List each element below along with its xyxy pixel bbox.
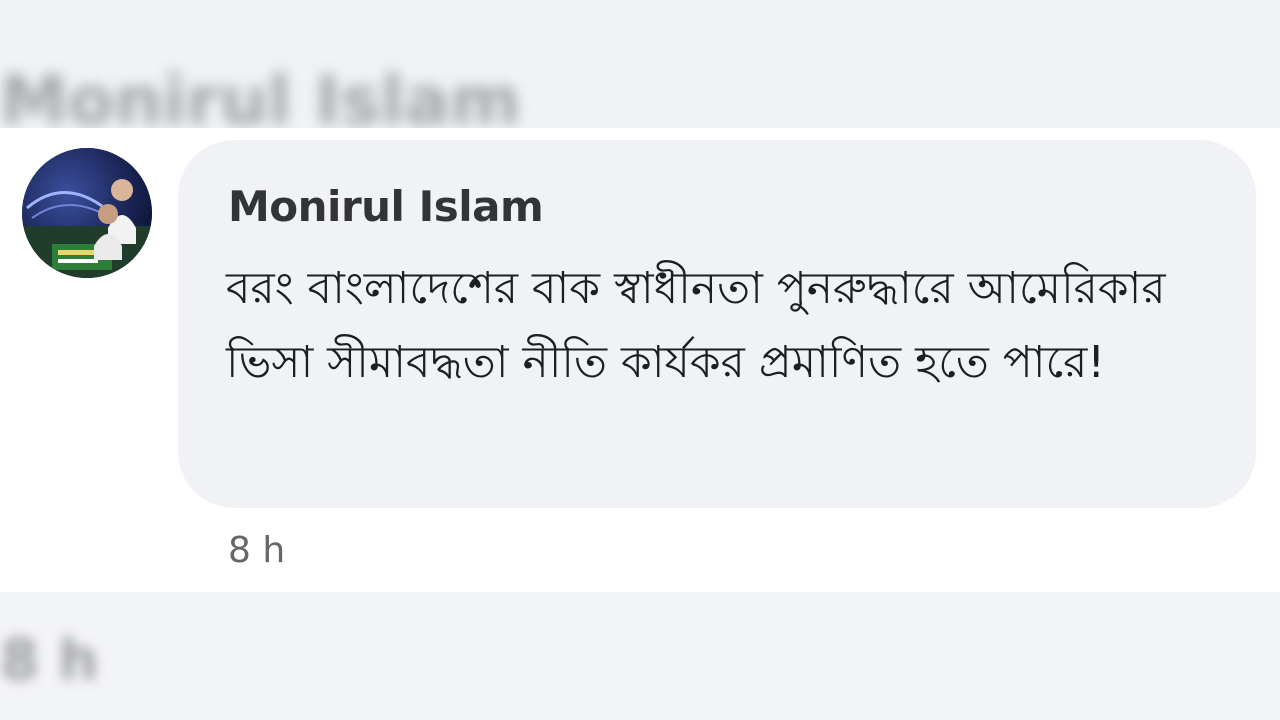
next-comment-strip: 8 h (0, 592, 1280, 720)
comment-timestamp[interactable]: 8 h (228, 530, 285, 571)
previous-comment-strip: Monirul Islam (0, 0, 1280, 128)
comment-text: বরং বাংলাদেশের বাক স্বাধীনতা পুনরুদ্ধারে… (226, 263, 1166, 388)
blurred-timestamp: 8 h (0, 628, 99, 693)
comment-screenshot: Monirul Islam Monirul Islam বরং বাংলাদেশ… (0, 0, 1280, 720)
blurred-author-name: Monirul Islam (0, 62, 521, 128)
comment-author[interactable]: Monirul Islam (228, 182, 544, 231)
avatar[interactable] (22, 148, 152, 278)
comment-item: Monirul Islam বরং বাংলাদেশের বাক স্বাধীন… (0, 128, 1280, 592)
avatar-image (22, 148, 152, 278)
comment-bubble: Monirul Islam বরং বাংলাদেশের বাক স্বাধীন… (178, 140, 1256, 508)
